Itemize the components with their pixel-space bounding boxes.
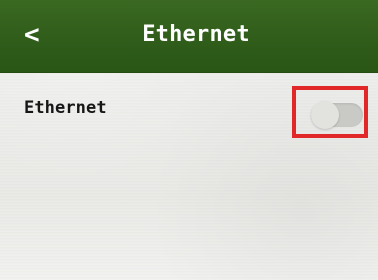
page-title: Ethernet bbox=[142, 22, 250, 47]
top-bar: < Ethernet bbox=[0, 0, 378, 73]
ethernet-label: Ethernet bbox=[24, 98, 107, 118]
highlight-box bbox=[292, 86, 368, 138]
ethernet-toggle-knob[interactable] bbox=[311, 101, 339, 129]
ethernet-setting-row: Ethernet bbox=[0, 73, 378, 149]
ethernet-screen: < Ethernet Ethernet bbox=[0, 0, 378, 280]
back-button[interactable]: < bbox=[24, 17, 64, 53]
